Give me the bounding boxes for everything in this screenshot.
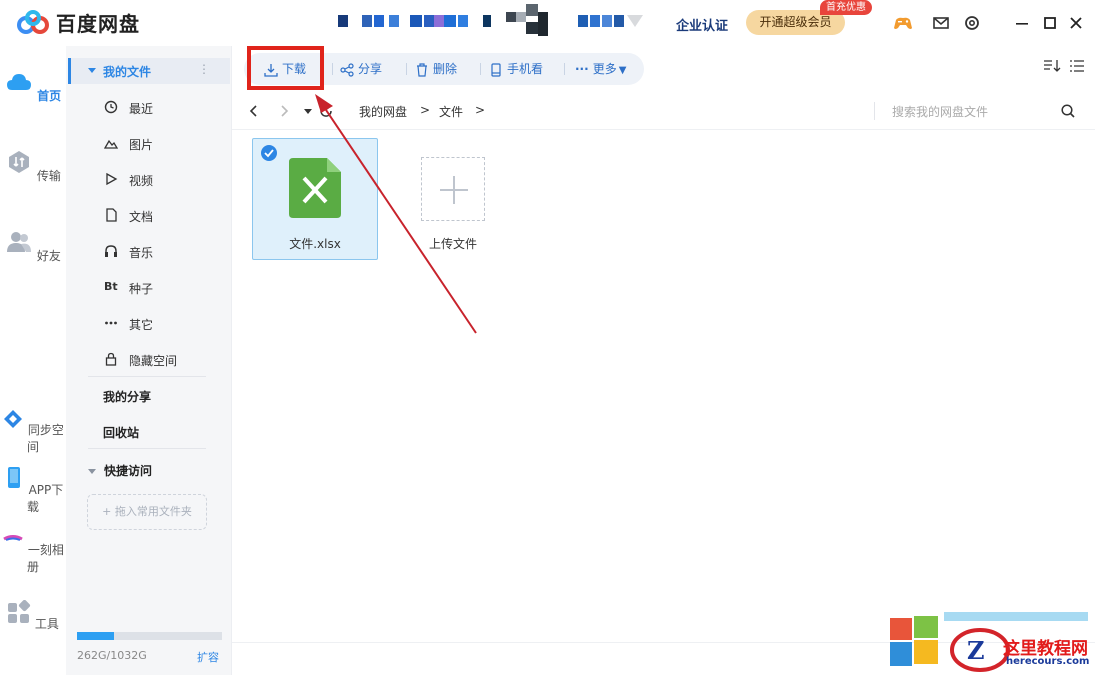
settings-icon[interactable] [962,13,982,33]
selected-check-icon[interactable] [261,145,277,161]
trash-icon [417,62,427,77]
mail-icon[interactable] [931,13,951,33]
my-files-label: 我的文件 [103,65,152,79]
first-charge-badge: 首充优惠 [820,0,872,15]
minimize-icon[interactable] [1012,13,1032,33]
mobile-icon [491,62,501,77]
download-highlight-box [247,46,324,90]
sidebar-item-images[interactable]: 图片 [66,132,230,156]
navigation-bar: 我的网盘 > 文件 > 搜索我的网盘文件 [232,92,1095,130]
rail-item-app-download[interactable]: APP下载 [0,466,66,515]
headphones-icon [105,245,117,257]
svg-text:Z: Z [967,636,985,665]
close-icon[interactable] [1066,13,1086,33]
excel-file-icon [289,158,341,218]
storage-quota-fill [77,632,114,640]
document-icon [106,208,117,222]
rail-item-tools[interactable]: 工具 [0,599,66,632]
back-arrow-icon[interactable] [246,103,262,119]
breadcrumb-folder[interactable]: 文件 [439,103,463,120]
phone-icon [7,467,20,488]
list-view-icon[interactable] [1069,58,1085,74]
rail-item-sync-space[interactable]: 同步空间 [0,408,66,455]
app-logo: 百度网盘 [16,8,140,37]
left-rail: 首页 传输 好友 同步空间 APP下载 一刻相册 工具 [0,46,66,675]
breadcrumb-separator: > [475,103,486,117]
sidebar-item-hidden-space[interactable]: 隐藏空间 [66,348,230,372]
enterprise-verify-link[interactable]: 企业认证 [676,15,728,34]
friends-icon [7,232,32,252]
transfer-icon [9,151,30,173]
sidebar-item-recycle-bin[interactable]: 回收站 [103,424,139,441]
drop-folder-zone[interactable]: + 拖入常用文件夹 [87,494,207,530]
sidebar-divider [88,376,206,377]
watermark-url: herecours.com [1006,656,1090,667]
file-category-sidebar: 我的文件 ⋮ 最近 图片 视频 文档 音乐 Bt 种子 其它 隐藏空间 我的分享… [66,46,232,675]
cloud-icon [6,74,31,90]
quick-access-section[interactable]: 快捷访问 [88,462,152,479]
sort-icon[interactable] [1043,58,1061,74]
sidebar-item-documents[interactable]: 文档 [66,204,230,228]
delete-button[interactable]: 删除 [415,53,457,85]
expand-storage-link[interactable]: 扩容 [197,649,219,665]
album-icon [3,535,23,541]
search-icon[interactable] [1060,103,1076,119]
clock-icon [104,100,118,114]
storage-quota-bar [77,632,222,640]
history-dropdown-icon[interactable] [300,103,316,119]
plus-icon [440,176,468,204]
collapse-triangle-icon [88,469,96,474]
play-icon [106,172,118,186]
rail-item-transfer[interactable]: 传输 [0,148,66,184]
rail-item-album[interactable]: 一刻相册 [0,528,66,575]
my-files-section[interactable]: 我的文件 ⋮ [68,58,230,84]
file-item[interactable]: 文件.xlsx [252,138,378,260]
breadcrumb-separator: > [420,103,431,117]
bt-icon: Bt [104,280,118,293]
collapse-triangle-icon [88,68,96,73]
baidu-cloud-logo-icon [17,9,49,34]
share-icon [340,62,354,77]
lock-icon [105,352,117,366]
tools-icon [8,599,31,623]
section-more-icon[interactable]: ⋮ [198,62,210,76]
image-icon [104,139,118,149]
sidebar-item-other[interactable]: 其它 [66,312,230,336]
masked-username [338,4,643,42]
phone-view-button[interactable]: 手机看 [489,53,543,85]
storage-quota-text: 262G/1032G [77,649,147,662]
refresh-icon[interactable] [318,103,334,119]
rail-item-friends[interactable]: 好友 [0,228,66,264]
main-content: 下载 分享 删除 手机看 ··· 更多 ▼ 我的网盘 > 文件 > 搜索我的网盘… [232,46,1095,675]
more-actions-button[interactable]: ··· 更多 ▼ [575,53,626,85]
sidebar-item-torrents[interactable]: Bt 种子 [66,276,230,300]
sidebar-item-videos[interactable]: 视频 [66,168,230,192]
file-name: 文件.xlsx [289,237,341,251]
search-input[interactable]: 搜索我的网盘文件 [892,103,988,120]
sidebar-item-my-share[interactable]: 我的分享 [103,388,151,405]
share-button[interactable]: 分享 [340,53,382,85]
chevron-down-icon: ▼ [618,65,627,76]
sidebar-item-music[interactable]: 音乐 [66,240,230,264]
title-bar: 百度网盘 企业认证 开通超级会员 首充优惠 [0,0,1095,46]
more-icon [105,321,117,325]
more-dots-icon: ··· [575,62,589,76]
sidebar-item-recent[interactable]: 最近 [66,96,230,120]
upload-file-label: 上传文件 [428,237,477,251]
upload-file-tile[interactable] [421,157,485,221]
sidebar-divider [88,448,206,449]
breadcrumb-root[interactable]: 我的网盘 [359,103,407,120]
baidu-netdisk-window: 百度网盘 企业认证 开通超级会员 首充优惠 首页 传输 好友 同步空间 APP下… [0,0,1095,675]
sync-icon [4,410,23,428]
app-title: 百度网盘 [56,12,140,36]
rail-item-home[interactable]: 首页 [0,68,66,104]
forward-arrow-icon[interactable] [276,103,292,119]
maximize-icon[interactable] [1040,13,1060,33]
gamepad-icon[interactable] [893,13,913,33]
